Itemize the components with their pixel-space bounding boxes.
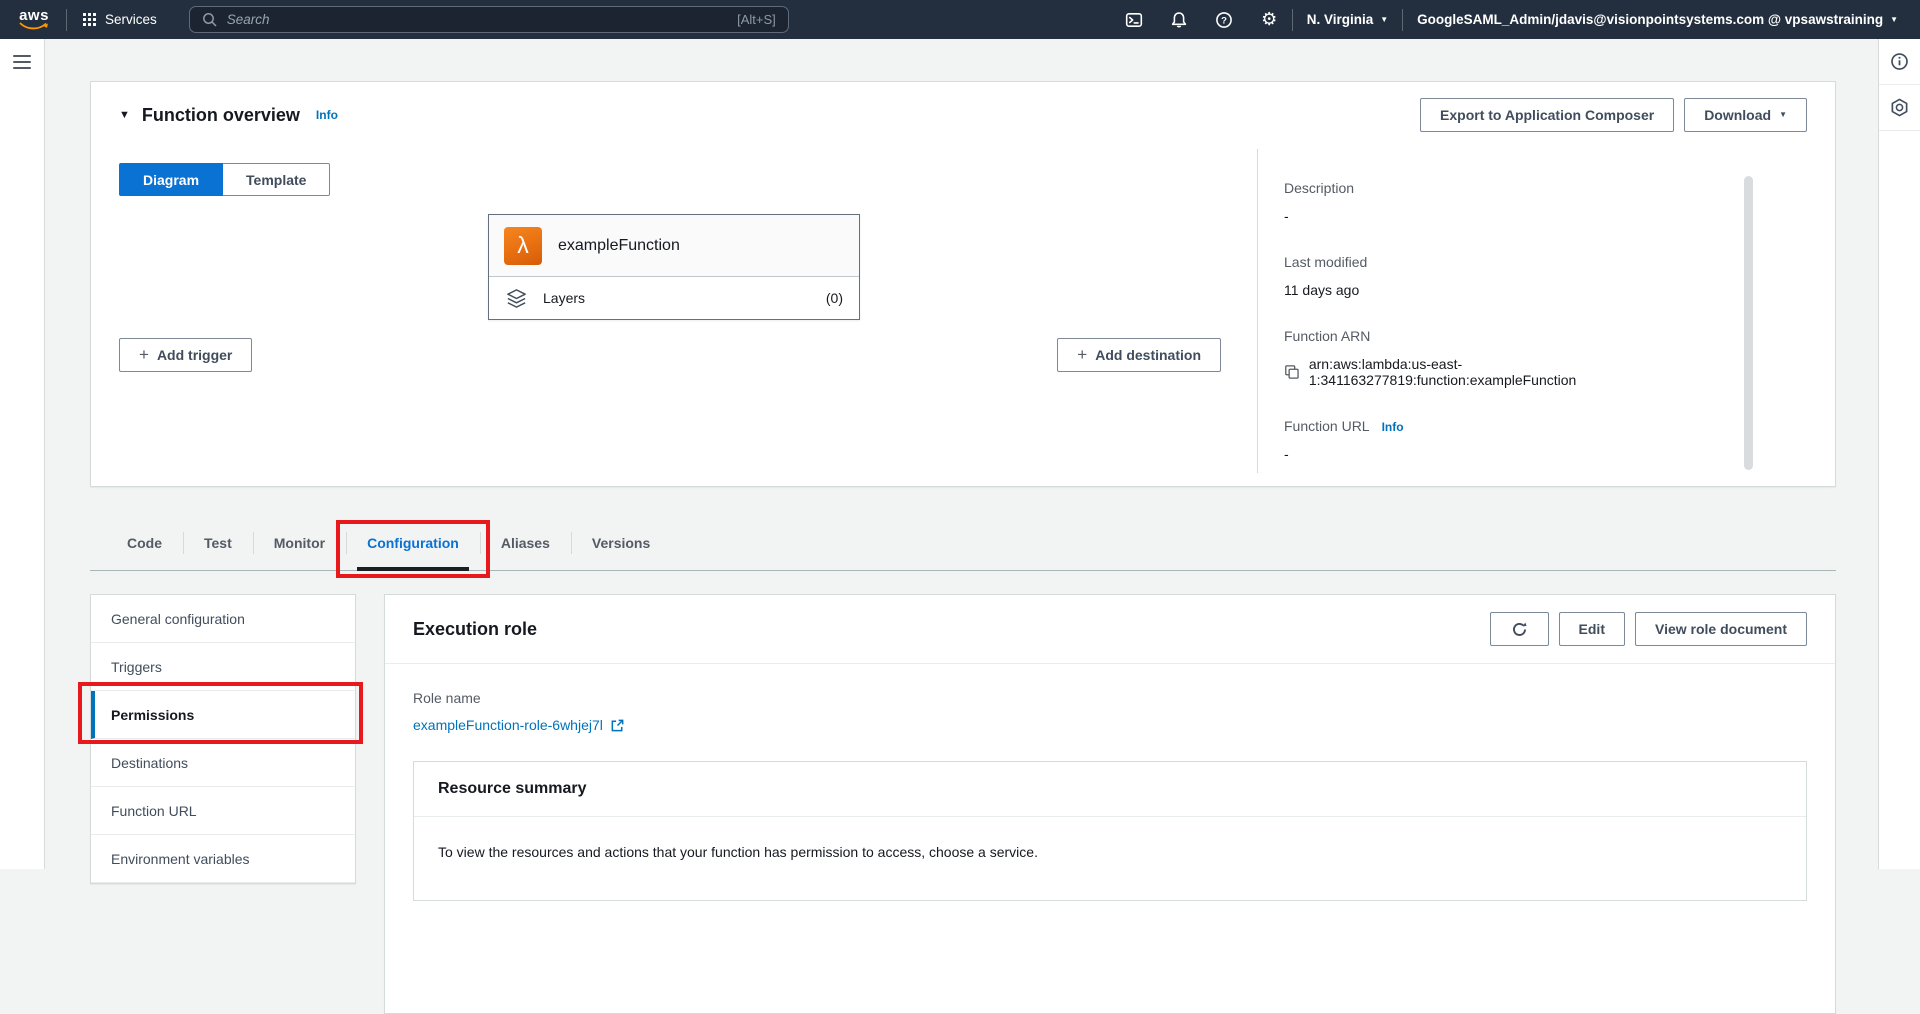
tab-aliases[interactable]: Aliases [480,515,571,570]
role-name-link[interactable]: exampleFunction-role-6whjej7l [413,717,625,733]
configuration-sidebar: General configuration Triggers Permissio… [90,594,356,884]
menu-icon[interactable] [13,55,31,69]
function-tabs: Code Test Monitor Configuration Aliases … [90,515,1836,571]
svg-text:?: ? [1221,15,1227,26]
function-arn-value: arn:aws:lambda:us-east-1:341163277819:fu… [1309,356,1725,388]
settings-button[interactable]: ⚙ [1247,0,1292,39]
right-rail [1878,39,1920,869]
sidebar-item-general-configuration[interactable]: General configuration [91,595,355,643]
tab-configuration[interactable]: Configuration [346,515,480,570]
last-modified-value: 11 days ago [1284,282,1725,298]
refresh-button[interactable] [1490,612,1549,646]
left-rail [0,39,45,869]
active-tab-underline [357,567,469,571]
resource-summary-title: Resource summary [414,762,1806,817]
question-circle-icon: ? [1215,11,1233,29]
sidebar-item-destinations[interactable]: Destinations [91,739,355,787]
template-toggle-button[interactable]: Template [223,163,330,196]
copy-icon[interactable] [1284,364,1300,380]
sidebar-item-triggers[interactable]: Triggers [91,643,355,691]
function-overview-card: ▼ Function overview Info Export to Appli… [90,81,1836,487]
function-details-panel: Description - Last modified 11 days ago … [1258,140,1835,486]
resource-summary-body: To view the resources and actions that y… [414,817,1806,900]
refresh-icon [1511,621,1528,638]
notifications-button[interactable] [1157,0,1202,39]
search-input[interactable]: Search [Alt+S] [189,6,789,33]
bell-icon [1170,11,1188,29]
chevron-down-icon: ▼ [1890,16,1898,24]
chevron-down-icon: ▼ [1380,16,1388,24]
function-diagram-node[interactable]: λ exampleFunction Layers (0) [488,214,860,320]
search-shortcut-hint: [Alt+S] [737,12,776,27]
tab-test[interactable]: Test [183,515,253,570]
sidebar-item-permissions[interactable]: Permissions [91,691,355,739]
tab-code[interactable]: Code [106,515,183,570]
function-url-value: - [1284,446,1725,462]
function-arn-label: Function ARN [1284,328,1725,344]
layers-label: Layers [543,290,585,306]
layers-count: (0) [826,290,843,306]
diagram-toggle-button[interactable]: Diagram [119,163,223,196]
last-modified-label: Last modified [1284,254,1725,270]
aws-logo-text: aws [19,9,49,22]
search-icon [202,12,218,28]
view-toggle: Diagram Template [119,163,330,196]
function-url-info-link[interactable]: Info [1382,420,1404,434]
cloudshell-terminal-icon [1125,11,1143,29]
search-placeholder: Search [227,12,270,27]
edit-button[interactable]: Edit [1559,612,1625,646]
gear-icon: ⚙ [1261,11,1277,29]
details-scrollbar[interactable] [1744,176,1753,470]
role-name-label: Role name [413,690,1807,706]
layers-icon [505,287,528,310]
external-link-icon [610,718,625,733]
view-role-document-button[interactable]: View role document [1635,612,1807,646]
account-label: GoogleSAML_Admin/jdavis@visionpointsyste… [1417,12,1883,27]
add-trigger-button[interactable]: + Add trigger [119,338,252,372]
region-selector[interactable]: N. Virginia ▼ [1293,0,1402,39]
lambda-icon: λ [504,227,542,265]
top-navigation-bar: aws Services Search [Alt+S] [0,0,1920,39]
tab-versions[interactable]: Versions [571,515,671,570]
help-button[interactable]: ? [1202,0,1247,39]
sidebar-item-function-url[interactable]: Function URL [91,787,355,835]
sidebar-item-environment-variables[interactable]: Environment variables [91,835,355,883]
services-menu-button[interactable]: Services [67,0,173,39]
function-url-label: Function URL [1284,418,1370,434]
function-name: exampleFunction [558,237,680,255]
cloudshell-button[interactable] [1112,0,1157,39]
execution-role-card: Execution role Edit View role document R… [384,594,1836,1014]
layers-row[interactable]: Layers (0) [489,277,859,319]
resources-panel-button[interactable] [1879,85,1920,131]
export-to-application-composer-button[interactable]: Export to Application Composer [1420,98,1674,132]
hexagon-icon [1890,98,1909,117]
execution-role-title: Execution role [413,619,537,640]
services-label: Services [105,12,157,27]
description-value: - [1284,208,1725,224]
aws-smile-icon [18,22,50,31]
resource-summary-card: Resource summary To view the resources a… [413,761,1807,901]
function-overview-title: Function overview [142,105,300,126]
description-label: Description [1284,180,1725,196]
collapse-caret-icon[interactable]: ▼ [119,109,130,121]
services-grid-icon [83,13,96,26]
region-label: N. Virginia [1307,12,1374,27]
function-node-header[interactable]: λ exampleFunction [489,215,859,277]
info-panel-button[interactable] [1879,39,1920,85]
tab-monitor[interactable]: Monitor [253,515,346,570]
download-button[interactable]: Download ▼ [1684,98,1807,132]
function-overview-info-link[interactable]: Info [316,108,338,122]
function-diagram-area: Diagram Template λ exampleFunction [91,140,1257,486]
account-menu[interactable]: GoogleSAML_Admin/jdavis@visionpointsyste… [1403,0,1912,39]
info-circle-icon [1890,52,1909,71]
plus-icon: + [139,345,149,365]
aws-logo[interactable]: aws [0,9,66,31]
add-destination-button[interactable]: + Add destination [1057,338,1221,372]
plus-icon: + [1077,345,1087,365]
chevron-down-icon: ▼ [1779,111,1787,119]
